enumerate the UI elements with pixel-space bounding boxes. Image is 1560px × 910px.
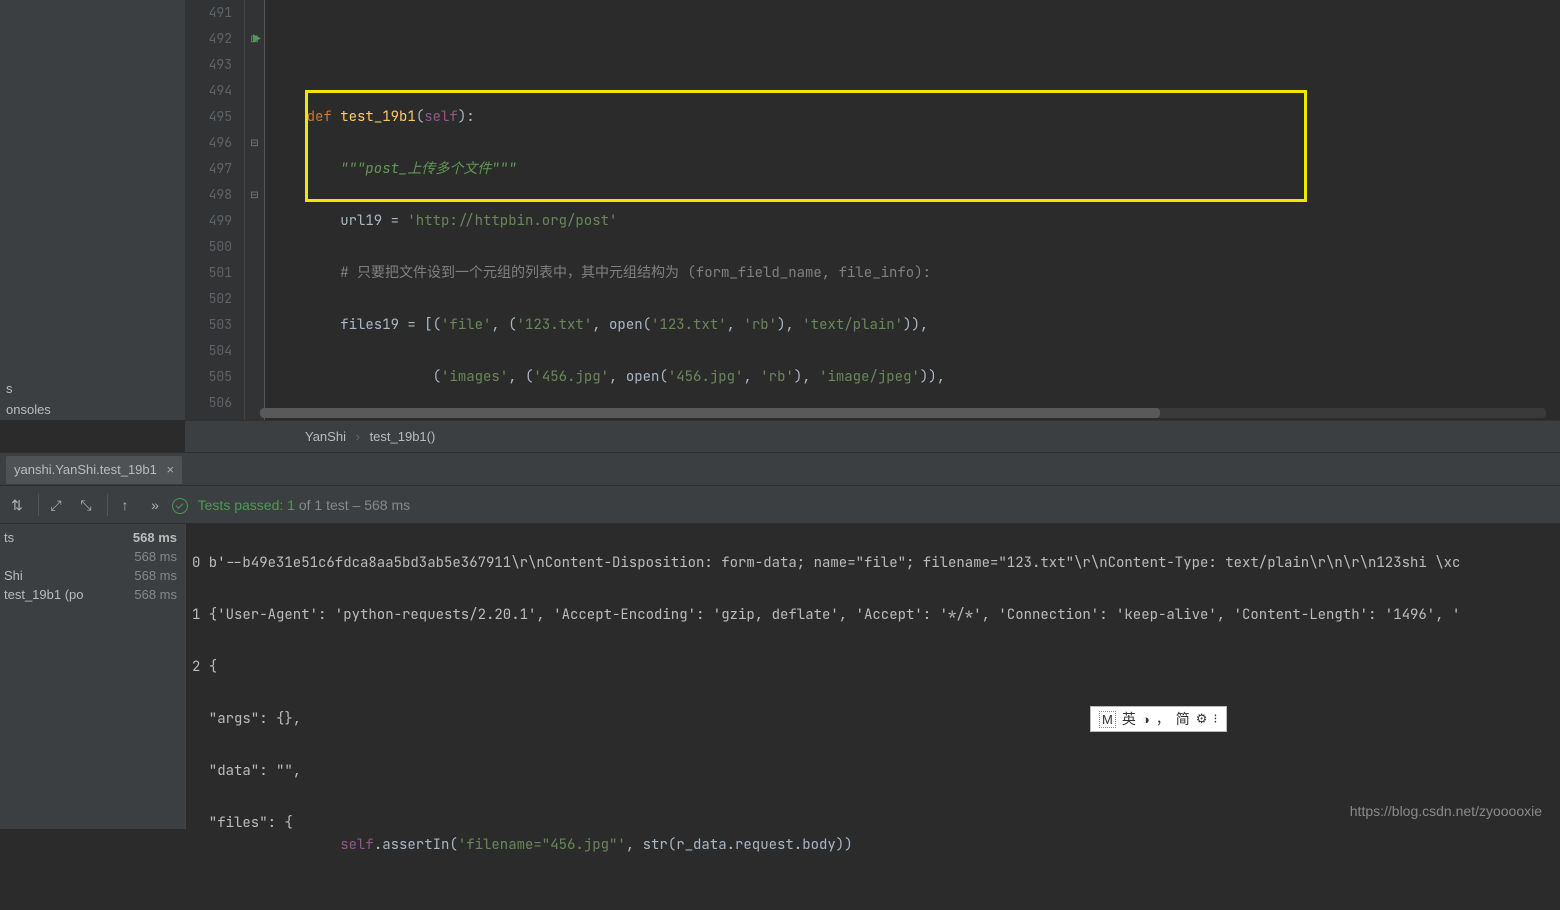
- close-icon[interactable]: ×: [167, 462, 175, 477]
- expand-icon[interactable]: ⤢: [43, 492, 69, 518]
- run-header: yanshi.YanShi.test_19b1 ×: [0, 452, 1560, 486]
- run-gutter-icon[interactable]: ▶: [253, 26, 261, 52]
- gear-icon[interactable]: ⚙: [1196, 711, 1208, 727]
- sidebar-item-consoles[interactable]: onsoles: [0, 399, 185, 420]
- test-status: Tests passed: 1 of 1 test – 568 ms: [172, 486, 410, 524]
- ime-simp[interactable]: 简: [1176, 709, 1190, 729]
- test-tree-row[interactable]: 568 ms: [0, 547, 185, 566]
- menu-icon[interactable]: ⁝: [1213, 711, 1217, 727]
- run-tab[interactable]: yanshi.YanShi.test_19b1 ×: [6, 456, 182, 484]
- fold-gutter[interactable]: ⊟ ⊟ ⊟: [245, 0, 265, 420]
- console-output[interactable]: 0 b'--b49e31e51c6fdca8aa5bd3ab5e367911\r…: [185, 524, 1560, 829]
- code-editor[interactable]: 491 492▶ 493 494 495 496 497 498 499 500…: [185, 0, 1560, 420]
- fold-icon[interactable]: ⊟: [245, 130, 264, 156]
- left-sidebar: s onsoles: [0, 0, 185, 420]
- more-icon[interactable]: »: [142, 492, 168, 518]
- test-tree-row[interactable]: test_19b1 (po568 ms: [0, 585, 185, 604]
- up-icon[interactable]: ↑: [112, 492, 138, 518]
- breadcrumb-class[interactable]: YanShi: [305, 429, 346, 444]
- code-area[interactable]: def test_19b1(self): """post_上传多个文件""" u…: [265, 0, 1560, 420]
- test-tree-row[interactable]: Shi568 ms: [0, 566, 185, 585]
- ime-toolbar[interactable]: M 英 ◑ ， 简 ⚙ ⁝: [1090, 706, 1227, 732]
- ime-m-icon[interactable]: M: [1099, 711, 1116, 728]
- sidebar-item-scratches[interactable]: s: [0, 378, 185, 399]
- ime-half-icon[interactable]: ◑: [1142, 712, 1150, 727]
- pass-icon: [172, 498, 188, 514]
- collapse-icon[interactable]: ⤡: [73, 492, 99, 518]
- chevron-right-icon: ›: [356, 429, 360, 444]
- line-number-gutter: 491 492▶ 493 494 495 496 497 498 499 500…: [185, 0, 245, 420]
- ime-punct[interactable]: ，: [1156, 709, 1170, 729]
- horizontal-scrollbar[interactable]: [260, 408, 1546, 418]
- breadcrumb-function[interactable]: test_19b1(): [370, 429, 436, 444]
- breadcrumb[interactable]: YanShi › test_19b1(): [185, 420, 1560, 452]
- test-tree-row[interactable]: ts568 ms: [0, 528, 185, 547]
- fold-icon[interactable]: ⊟: [245, 182, 264, 208]
- test-tree[interactable]: ts568 ms 568 ms Shi568 ms test_19b1 (po5…: [0, 524, 185, 829]
- filter-icon[interactable]: ⇅: [4, 492, 30, 518]
- watermark: https://blog.csdn.net/zyooooxie: [1350, 803, 1542, 819]
- test-toolbar: ⇅ ⤢ ⤡ ↑ » Tests passed: 1 of 1 test – 56…: [0, 486, 1560, 524]
- ime-lang[interactable]: 英: [1122, 709, 1136, 729]
